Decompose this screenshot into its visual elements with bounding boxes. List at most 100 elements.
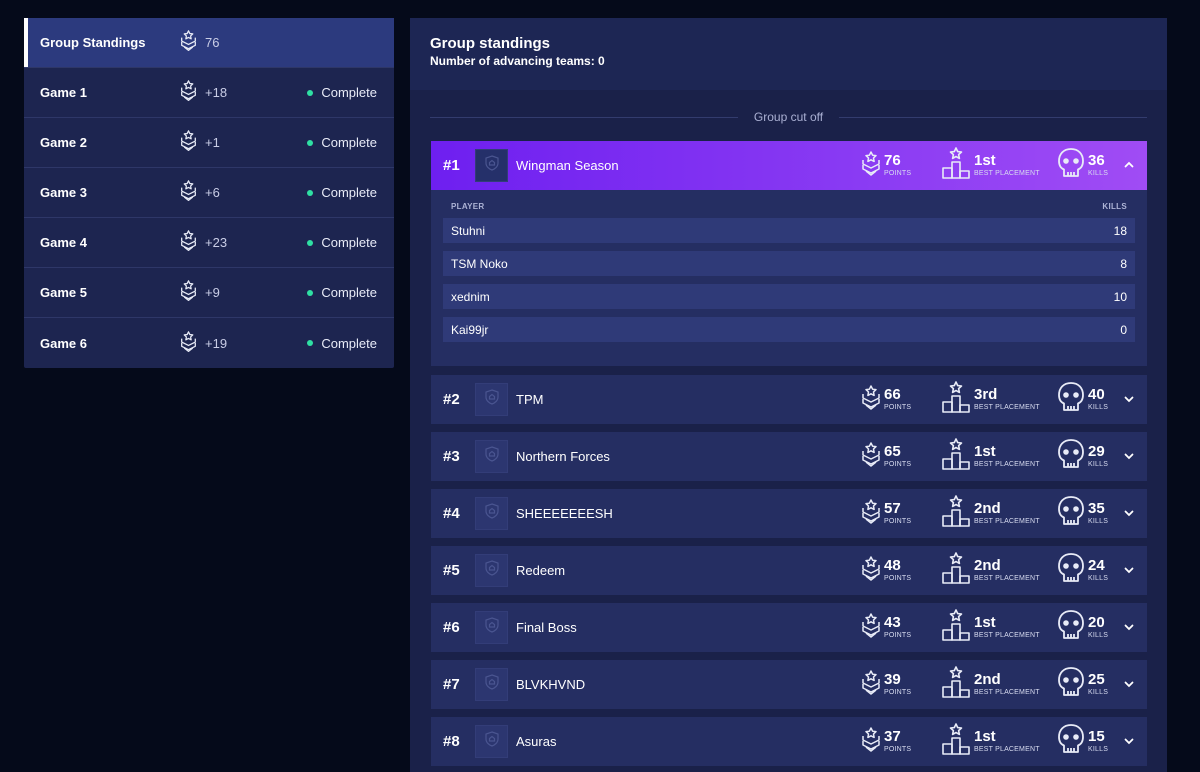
placement-label: BEST PLACEMENT <box>974 170 1040 177</box>
team-name: Asuras <box>516 734 557 749</box>
team-row[interactable]: #1 Wingman Season 76 POINTS 1st BEST PLA… <box>431 141 1147 190</box>
status-complete: Complete <box>307 185 377 200</box>
team-logo <box>475 725 508 758</box>
team-best-placement: 2nd BEST PLACEMENT <box>941 495 1040 532</box>
status-dot-icon <box>307 139 314 146</box>
status-dot-icon <box>307 89 314 96</box>
team-row[interactable]: #2 TPM 66 POINTS 3rd BEST PLACEMENT 40 K… <box>431 375 1147 424</box>
status-complete: Complete <box>307 85 377 100</box>
points-label: POINTS <box>884 746 912 753</box>
skull-icon <box>1057 609 1085 646</box>
team-best-placement: 1st BEST PLACEMENT <box>941 723 1040 760</box>
shield-icon <box>484 617 499 638</box>
player-name: TSM Noko <box>451 256 508 271</box>
placement-label: BEST PLACEMENT <box>974 461 1040 468</box>
chevron-down-icon[interactable] <box>1123 449 1135 467</box>
podium-icon <box>941 666 971 703</box>
team-best-placement: 3rd BEST PLACEMENT <box>941 381 1040 418</box>
sidebar-item-points: 76 <box>205 35 220 50</box>
sidebar-item-label: Game 5 <box>40 285 87 300</box>
team-logo <box>475 497 508 530</box>
kills-label: KILLS <box>1088 746 1109 753</box>
podium-icon <box>941 381 971 418</box>
player-row: TSM Noko 8 <box>443 251 1135 276</box>
team-rank: #2 <box>443 391 460 408</box>
team-logo <box>475 611 508 644</box>
team-row[interactable]: #5 Redeem 48 POINTS 2nd BEST PLACEMENT 2… <box>431 546 1147 595</box>
chevron-rank-icon <box>180 230 197 254</box>
sidebar-item-label: Group Standings <box>40 35 146 50</box>
player-row: Stuhni 18 <box>443 218 1135 243</box>
shield-icon <box>484 503 499 524</box>
sidebar-item-game-4[interactable]: Game 4 +23 Complete <box>24 218 394 268</box>
divider-line <box>430 116 738 118</box>
chevron-rank-icon <box>180 80 197 104</box>
team-logo <box>475 383 508 416</box>
chevron-rank-icon <box>861 612 881 643</box>
status-complete: Complete <box>307 336 377 351</box>
placement-value: 2nd <box>974 671 1001 688</box>
sidebar-item-points: +23 <box>205 235 228 250</box>
team-row[interactable]: #7 BLVKHVND 39 POINTS 2nd BEST PLACEMENT… <box>431 660 1147 709</box>
chevron-down-icon[interactable] <box>1123 506 1135 524</box>
chevron-down-icon[interactable] <box>1123 734 1135 752</box>
team-rank: #5 <box>443 562 460 579</box>
sidebar-item-label: Game 6 <box>40 335 87 351</box>
chevron-down-icon[interactable] <box>1123 620 1135 638</box>
skull-icon <box>1057 438 1085 475</box>
team-row[interactable]: #3 Northern Forces 65 POINTS 1st BEST PL… <box>431 432 1147 481</box>
sidebar-item-group-standings[interactable]: Group Standings 76 <box>24 18 394 68</box>
panel-header: Group standings Number of advancing team… <box>410 18 1167 90</box>
team-name: Redeem <box>516 563 566 578</box>
team-points: 37 POINTS <box>861 726 912 757</box>
kills-value: 35 <box>1088 500 1105 517</box>
player-name: Stuhni <box>451 223 486 238</box>
chevron-rank-icon <box>180 331 197 355</box>
sidebar-item-label: Game 4 <box>40 235 87 250</box>
chevron-rank-icon <box>861 726 881 757</box>
shield-icon <box>484 155 499 176</box>
player-kills: 0 <box>1120 322 1127 337</box>
kills-value: 24 <box>1088 557 1105 574</box>
team-row[interactable]: #6 Final Boss 43 POINTS 1st BEST PLACEME… <box>431 603 1147 652</box>
sidebar: Group Standings 76 Game 1 +18 Complete G… <box>24 18 394 368</box>
player-name: Kai99jr <box>451 322 489 337</box>
team-rank: #8 <box>443 733 460 750</box>
team-row[interactable]: #8 Asuras 37 POINTS 1st BEST PLACEMENT 1… <box>431 717 1147 766</box>
points-value: 48 <box>884 557 901 574</box>
kills-label: KILLS <box>1088 170 1109 177</box>
skull-icon <box>1057 495 1085 532</box>
chevron-down-icon[interactable] <box>1123 677 1135 695</box>
sidebar-item-game-3[interactable]: Game 3 +6 Complete <box>24 168 394 218</box>
chevron-rank-icon <box>861 384 881 415</box>
sidebar-item-points: +18 <box>205 85 228 100</box>
sidebar-item-game-6[interactable]: Game 6 +19 Complete <box>24 318 394 368</box>
points-label: POINTS <box>884 518 912 525</box>
chevron-up-icon[interactable] <box>1123 158 1135 176</box>
sidebar-item-game-5[interactable]: Game 5 +9 Complete <box>24 268 394 318</box>
points-label: POINTS <box>884 575 912 582</box>
sidebar-item-game-1[interactable]: Game 1 +18 Complete <box>24 68 394 118</box>
points-value: 76 <box>884 152 901 169</box>
chevron-down-icon[interactable] <box>1123 392 1135 410</box>
team-row[interactable]: #4 SHEEEEEEESH 57 POINTS 2nd BEST PLACEM… <box>431 489 1147 538</box>
team-kills: 29 KILLS <box>1057 438 1108 475</box>
player-row: Kai99jr 0 <box>443 317 1135 342</box>
podium-icon <box>941 147 971 184</box>
chevron-rank-icon <box>180 130 197 154</box>
placement-label: BEST PLACEMENT <box>974 746 1040 753</box>
sidebar-item-game-2[interactable]: Game 2 +1 Complete <box>24 118 394 168</box>
player-kills: 8 <box>1120 256 1127 271</box>
team-best-placement: 1st BEST PLACEMENT <box>941 147 1040 184</box>
placement-label: BEST PLACEMENT <box>974 518 1040 525</box>
chevron-down-icon[interactable] <box>1123 563 1135 581</box>
chevron-rank-icon <box>180 30 197 54</box>
placement-value: 1st <box>974 728 996 745</box>
team-rank: #4 <box>443 505 460 522</box>
status-dot-icon <box>307 289 314 296</box>
kills-label: KILLS <box>1088 461 1109 468</box>
shield-icon <box>484 389 499 410</box>
team-rank: #1 <box>443 157 460 174</box>
status-dot-icon <box>307 239 314 246</box>
chevron-rank-icon <box>861 555 881 586</box>
